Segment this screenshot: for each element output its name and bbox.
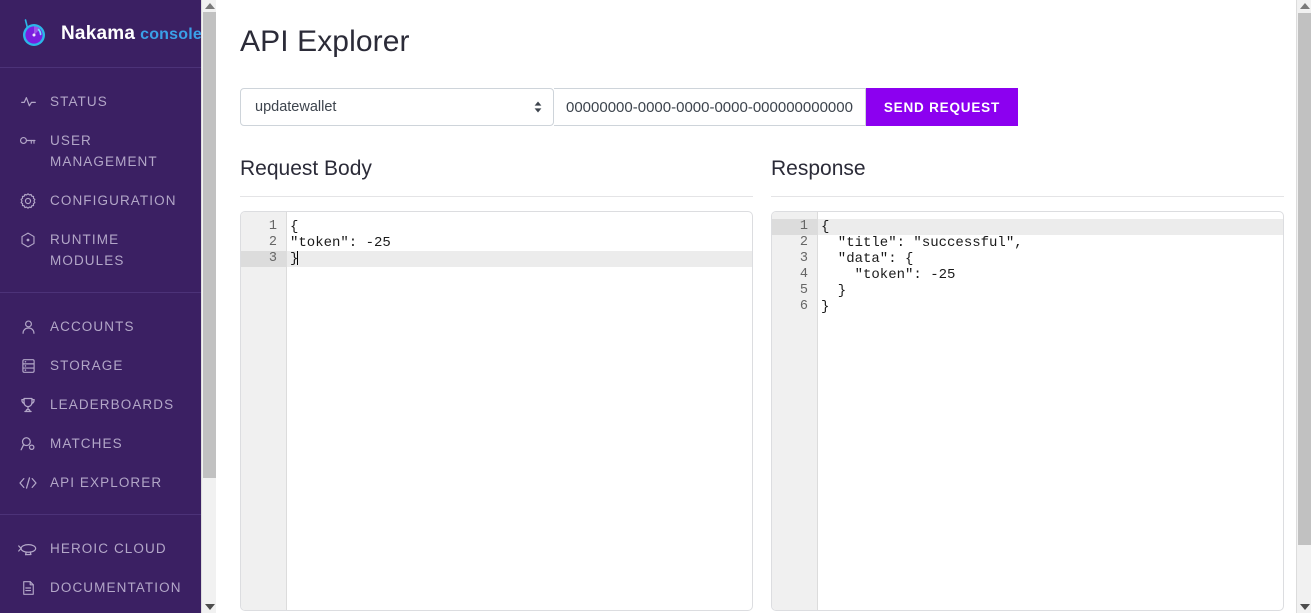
code-line: } xyxy=(821,283,847,299)
api-explorer-page: Nakama console STATUS USER MANAGEMENT CO… xyxy=(0,0,1311,613)
sidebar-item-label: LEADERBOARDS xyxy=(50,397,175,412)
line-number: 1 xyxy=(772,219,817,235)
sidebar-group-external: HEROIC CLOUD DOCUMENTATION xyxy=(0,514,201,613)
sidebar: Nakama console STATUS USER MANAGEMENT CO… xyxy=(0,0,201,613)
brand-name: Nakama xyxy=(61,22,136,44)
user-icon xyxy=(18,316,38,337)
request-body-gutter: 1 2 3 xyxy=(241,212,286,610)
code-brackets-icon xyxy=(18,472,38,493)
sidebar-item-matches[interactable]: MATCHES xyxy=(0,424,201,463)
code-line: "token": -25 xyxy=(290,235,391,251)
sidebar-item-label: API EXPLORER xyxy=(50,475,163,490)
request-body-panel: Request Body 1 2 3 { "token": -25 } xyxy=(240,157,753,611)
brand-header[interactable]: Nakama console xyxy=(0,0,201,68)
code-line: "data": { xyxy=(821,251,914,267)
response-gutter: 1 2 3 4 5 6 xyxy=(772,212,817,610)
sidebar-item-heroic-cloud[interactable]: HEROIC CLOUD xyxy=(0,529,201,568)
response-title: Response xyxy=(771,157,866,180)
sidebar-group-data: ACCOUNTS STORAGE LEADERBOARDS MATCHES AP… xyxy=(0,292,201,514)
nakama-logo-icon xyxy=(18,18,50,50)
user-id-input[interactable] xyxy=(554,88,866,126)
request-body-editor[interactable]: 1 2 3 { "token": -25 } xyxy=(240,211,753,611)
sidebar-item-label: ACCOUNTS xyxy=(50,319,135,334)
text-cursor xyxy=(297,251,299,265)
code-line-active: } xyxy=(287,251,752,267)
request-body-title: Request Body xyxy=(240,157,372,180)
page-title: API Explorer xyxy=(240,25,410,58)
sidebar-item-label: CONFIGURATION xyxy=(50,193,177,208)
activity-pulse-icon xyxy=(18,91,38,112)
line-number: 5 xyxy=(799,283,808,298)
scroll-up-arrow-icon[interactable] xyxy=(205,3,215,9)
divider xyxy=(771,196,1284,197)
sidebar-scrollbar-thumb[interactable] xyxy=(203,12,216,478)
key-icon xyxy=(18,130,38,151)
sidebar-item-user-management[interactable]: USER MANAGEMENT xyxy=(0,121,201,181)
blimp-icon xyxy=(18,538,38,559)
sidebar-item-forum[interactable]: FORUM xyxy=(0,607,201,613)
code-line: } xyxy=(821,299,830,315)
page-scrollbar[interactable] xyxy=(1296,0,1311,613)
sidebar-item-label: USER MANAGEMENT xyxy=(50,133,158,169)
line-number: 3 xyxy=(241,251,286,267)
brand-subtitle: console xyxy=(140,25,201,43)
endpoint-select-wrapper: updatewallet xyxy=(240,88,554,126)
gear-icon xyxy=(18,190,38,211)
sidebar-item-status[interactable]: STATUS xyxy=(0,82,201,121)
scroll-down-arrow-icon[interactable] xyxy=(1300,604,1310,610)
main-content: API Explorer updatewallet SEND REQUEST xyxy=(217,0,1296,613)
scroll-down-arrow-icon[interactable] xyxy=(205,604,215,610)
code-line: "token": -25 xyxy=(821,267,956,283)
scroll-up-arrow-icon[interactable] xyxy=(1300,3,1310,9)
sidebar-item-runtime-modules[interactable]: RUNTIME MODULES xyxy=(0,220,201,280)
line-number: 2 xyxy=(268,235,277,250)
line-number: 4 xyxy=(799,267,808,282)
divider xyxy=(240,196,753,197)
sidebar-item-label: STATUS xyxy=(50,94,108,109)
sidebar-item-configuration[interactable]: CONFIGURATION xyxy=(0,181,201,220)
trophy-icon xyxy=(18,394,38,415)
send-request-button[interactable]: SEND REQUEST xyxy=(865,88,1018,126)
line-number: 6 xyxy=(799,299,808,314)
endpoint-select[interactable]: updatewallet xyxy=(240,88,554,126)
sidebar-item-storage[interactable]: STORAGE xyxy=(0,346,201,385)
document-icon xyxy=(18,577,38,598)
user-search-icon xyxy=(18,433,38,454)
sidebar-item-accounts[interactable]: ACCOUNTS xyxy=(0,307,201,346)
sidebar-item-label: STORAGE xyxy=(50,358,124,373)
page-scrollbar-thumb[interactable] xyxy=(1298,13,1311,545)
code-line: "title": "successful", xyxy=(821,235,1023,251)
sidebar-item-label: MATCHES xyxy=(50,436,123,451)
sidebar-item-documentation[interactable]: DOCUMENTATION xyxy=(0,568,201,607)
request-form: updatewallet SEND REQUEST xyxy=(240,88,1018,126)
database-icon xyxy=(18,355,38,376)
brand-text: Nakama console xyxy=(61,23,201,45)
sidebar-item-label: DOCUMENTATION xyxy=(50,580,182,595)
sidebar-item-label: RUNTIME MODULES xyxy=(50,232,125,268)
sidebar-item-label: HEROIC CLOUD xyxy=(50,541,167,556)
sidebar-scrollbar[interactable] xyxy=(201,0,216,613)
code-line: { xyxy=(290,219,299,235)
request-body-code[interactable]: { "token": -25 } xyxy=(286,212,752,610)
panels-container: Request Body 1 2 3 { "token": -25 } Resp… xyxy=(240,157,1284,611)
sidebar-item-api-explorer[interactable]: API EXPLORER xyxy=(0,463,201,502)
response-panel: Response 1 2 3 4 5 6 { "title": "success… xyxy=(771,157,1284,611)
response-editor[interactable]: 1 2 3 4 5 6 { "title": "successful", "da… xyxy=(771,211,1284,611)
line-number: 1 xyxy=(268,219,277,234)
line-number: 2 xyxy=(799,235,808,250)
line-number: 3 xyxy=(799,251,808,266)
hexagon-dot-icon xyxy=(18,229,38,250)
sidebar-item-leaderboards[interactable]: LEADERBOARDS xyxy=(0,385,201,424)
response-code[interactable]: { "title": "successful", "data": { "toke… xyxy=(817,212,1283,610)
sidebar-group-primary: STATUS USER MANAGEMENT CONFIGURATION RUN… xyxy=(0,68,201,292)
code-line-active: { xyxy=(818,219,1283,235)
